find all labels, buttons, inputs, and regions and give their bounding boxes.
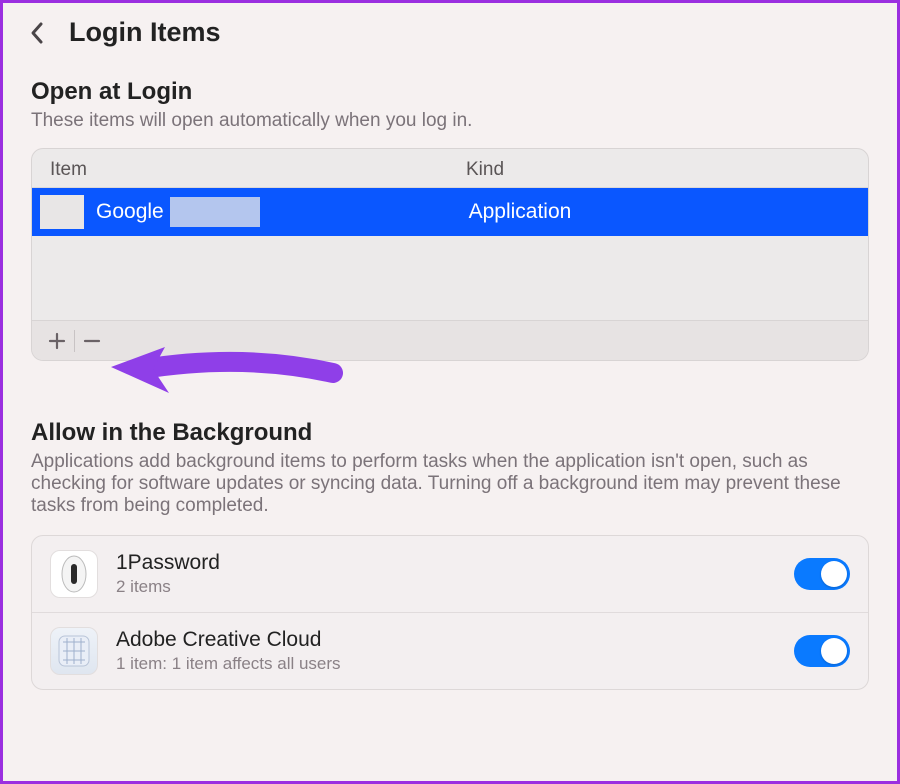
table-row[interactable]: Google Application	[32, 188, 868, 236]
bg-item-sub: 1 item: 1 item affects all users	[116, 654, 776, 674]
row-item-name: Google	[96, 200, 164, 224]
open-at-login-heading: Open at Login	[31, 78, 869, 106]
remove-button[interactable]	[75, 324, 109, 358]
onepassword-icon	[50, 550, 98, 598]
row-kind: Application	[469, 200, 850, 224]
list-item: Adobe Creative Cloud 1 item: 1 item affe…	[32, 612, 868, 689]
adobe-cc-icon	[50, 627, 98, 675]
col-kind-header: Kind	[466, 159, 850, 181]
login-items-table: Item Kind Google Application	[31, 148, 869, 361]
toggle-1password[interactable]	[794, 558, 850, 590]
table-header: Item Kind	[32, 149, 868, 188]
bg-item-sub: 2 items	[116, 577, 776, 597]
add-button[interactable]	[40, 324, 74, 358]
col-item-header: Item	[50, 159, 466, 181]
bg-item-name: 1Password	[116, 551, 776, 575]
table-footer	[32, 320, 868, 360]
allow-background-heading: Allow in the Background	[31, 419, 869, 447]
page-title: Login Items	[69, 17, 221, 48]
list-item: 1Password 2 items	[32, 536, 868, 612]
redacted-text	[170, 197, 260, 227]
bg-item-name: Adobe Creative Cloud	[116, 628, 776, 652]
app-icon	[40, 195, 84, 229]
back-button[interactable]	[25, 21, 49, 45]
open-at-login-subtext: These items will open automatically when…	[31, 110, 869, 132]
background-items-list: 1Password 2 items Adobe Creative Cloud 1…	[31, 535, 869, 690]
allow-background-subtext: Applications add background items to per…	[31, 451, 869, 517]
toggle-adobe-cc[interactable]	[794, 635, 850, 667]
